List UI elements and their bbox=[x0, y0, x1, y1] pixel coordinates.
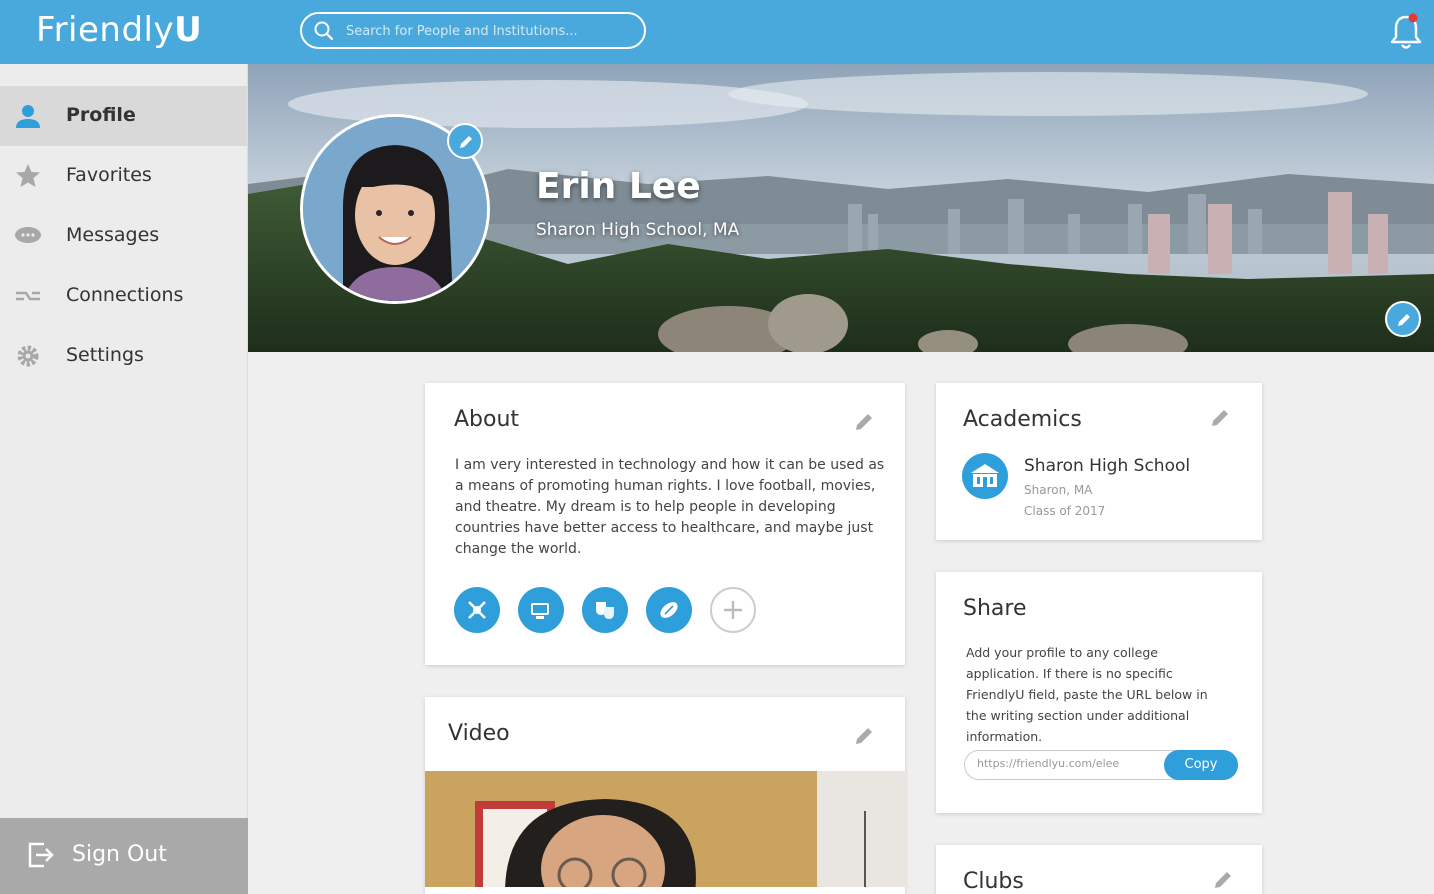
sidebar-item-label: Connections bbox=[66, 284, 184, 306]
academics-card: Academics Sharon High School Sharon, MA … bbox=[936, 383, 1262, 540]
share-url-field[interactable] bbox=[977, 757, 1157, 770]
about-text: I am very interested in technology and h… bbox=[455, 457, 885, 557]
clubs-card: Clubs bbox=[936, 845, 1262, 894]
search-input[interactable] bbox=[346, 20, 636, 42]
share-card: Share Add your profile to any college ap… bbox=[936, 572, 1262, 813]
sign-out-label: Sign Out bbox=[72, 842, 167, 867]
sidebar-item-favorites[interactable]: Favorites bbox=[0, 146, 247, 206]
search-box[interactable] bbox=[300, 12, 646, 49]
profile-school: Sharon High School, MA bbox=[536, 220, 740, 240]
bell-icon bbox=[1390, 13, 1422, 49]
football-icon bbox=[660, 602, 678, 618]
video-player[interactable] bbox=[425, 771, 907, 887]
person-icon bbox=[16, 105, 40, 128]
edit-about-icon[interactable] bbox=[853, 411, 875, 433]
profile-name: Erin Lee bbox=[536, 166, 701, 207]
clubs-title: Clubs bbox=[963, 869, 1024, 894]
interest-theatre[interactable] bbox=[582, 587, 628, 633]
top-bar: FriendlyU bbox=[0, 0, 1434, 64]
sidebar-item-label: Profile bbox=[66, 104, 136, 126]
sidebar-item-settings[interactable]: Settings bbox=[0, 326, 247, 386]
school-class: Class of 2017 bbox=[1024, 504, 1106, 518]
interest-movies[interactable] bbox=[518, 587, 564, 633]
notifications-button[interactable] bbox=[1388, 12, 1424, 52]
gear-icon bbox=[17, 345, 39, 367]
interest-technology[interactable] bbox=[454, 587, 500, 633]
chat-icon bbox=[15, 227, 41, 243]
sidebar-item-label: Favorites bbox=[66, 164, 152, 186]
copy-button[interactable]: Copy bbox=[1164, 750, 1238, 780]
connections-icon bbox=[16, 291, 40, 301]
sidebar-item-label: Settings bbox=[66, 344, 144, 366]
plus-icon bbox=[724, 601, 742, 619]
add-interest-button[interactable] bbox=[710, 587, 756, 633]
academics-title: Academics bbox=[963, 407, 1082, 432]
sign-out-button[interactable]: Sign Out bbox=[0, 818, 248, 894]
edit-avatar-button[interactable] bbox=[447, 123, 483, 159]
school-location: Sharon, MA bbox=[1024, 483, 1093, 497]
video-title: Video bbox=[448, 721, 510, 746]
sidebar-item-profile[interactable]: Profile bbox=[0, 86, 247, 146]
about-title: About bbox=[454, 407, 520, 432]
video-card: Video bbox=[425, 697, 907, 894]
edit-cover-button[interactable] bbox=[1385, 301, 1421, 337]
share-title: Share bbox=[963, 596, 1027, 621]
technology-icon bbox=[468, 601, 486, 619]
star-icon bbox=[16, 164, 40, 187]
edit-clubs-icon[interactable] bbox=[1212, 869, 1234, 891]
pencil-icon bbox=[1398, 314, 1410, 326]
pencil-icon bbox=[460, 136, 472, 148]
about-card: About I am very interested in technology… bbox=[425, 383, 905, 665]
sidebar-item-connections[interactable]: Connections bbox=[0, 266, 247, 326]
video-thumbnail bbox=[425, 771, 907, 887]
movies-icon bbox=[531, 603, 549, 619]
theatre-icon bbox=[596, 602, 614, 619]
interest-football[interactable] bbox=[646, 587, 692, 633]
edit-academics-icon[interactable] bbox=[1209, 407, 1231, 429]
sidebar: Profile Favorites Messages Connections S… bbox=[0, 64, 248, 894]
sign-out-icon bbox=[28, 842, 54, 868]
edit-video-icon[interactable] bbox=[853, 725, 875, 747]
logo[interactable]: FriendlyU bbox=[36, 10, 202, 50]
sidebar-item-label: Messages bbox=[66, 224, 160, 246]
notification-dot bbox=[1408, 13, 1418, 23]
search-icon bbox=[314, 21, 334, 41]
school-icon bbox=[962, 453, 1008, 499]
school-name[interactable]: Sharon High School bbox=[1024, 456, 1190, 476]
sidebar-item-messages[interactable]: Messages bbox=[0, 206, 247, 266]
share-text: Add your profile to any college applicat… bbox=[966, 645, 1208, 744]
